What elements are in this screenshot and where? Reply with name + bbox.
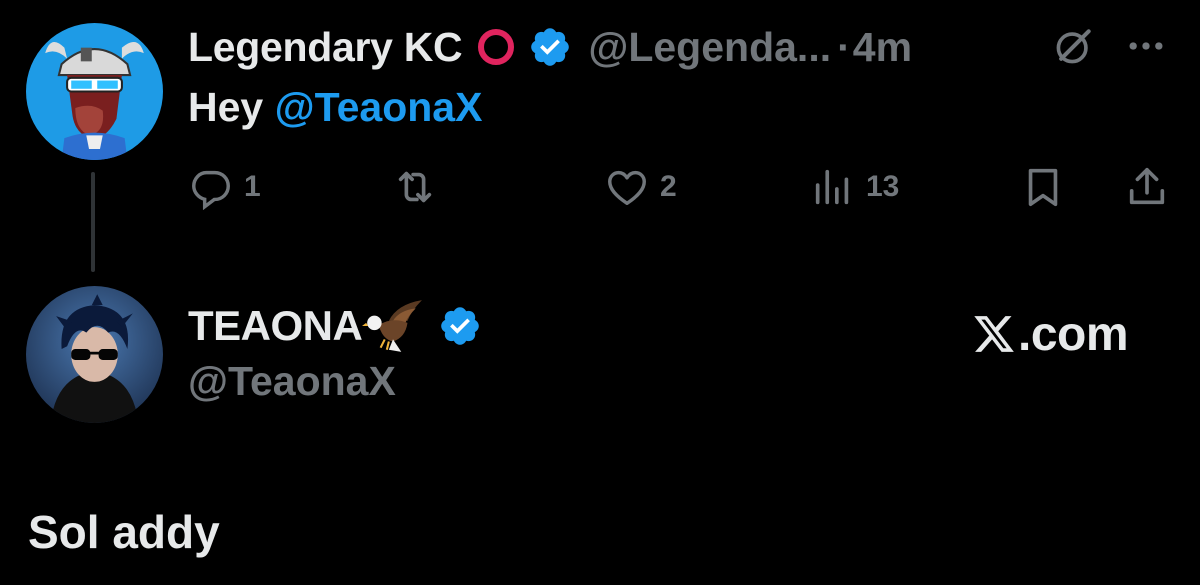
reply-count: 1 <box>244 170 261 203</box>
red-circle-icon <box>478 29 515 65</box>
tweet1-handle[interactable]: @Legenda... <box>588 24 831 71</box>
retweet-icon <box>398 171 432 203</box>
avatar-legendary-kc[interactable] <box>26 23 163 160</box>
tweet1-display-name[interactable]: Legendary KC <box>188 24 463 71</box>
views-chart-icon <box>815 169 849 205</box>
bookmark-icon <box>1028 168 1058 207</box>
tweet1-mention-link[interactable]: @TeaonaX <box>275 84 483 130</box>
tweet2-handle[interactable]: @TeaonaX <box>188 358 396 405</box>
more-options-icon[interactable] <box>1124 24 1168 68</box>
tweet1-timestamp[interactable]: 4m <box>853 24 912 71</box>
tweet1-text: Hey @TeaonaX <box>188 84 482 131</box>
tweet1-text-prefix: Hey <box>188 84 275 130</box>
tweet1-header: Legendary KC @Legenda... · 4m <box>188 20 912 74</box>
heart-icon <box>608 170 646 206</box>
tweet1-separator: · <box>837 23 851 70</box>
thread-connector-line <box>91 172 95 272</box>
watermark-domain: .com <box>1018 307 1129 361</box>
verified-badge-icon[interactable] <box>438 304 482 348</box>
share-button[interactable] <box>1124 160 1170 214</box>
reply-icon <box>192 170 230 210</box>
views-button[interactable]: 13 <box>810 160 899 214</box>
share-icon <box>1129 167 1165 205</box>
verified-badge-icon[interactable] <box>528 25 572 69</box>
like-count: 2 <box>660 170 677 203</box>
goat-avatar-icon <box>26 23 163 160</box>
bookmark-button[interactable] <box>1020 160 1066 214</box>
tweet2-text: Sol addy <box>28 506 220 558</box>
anime-boy-avatar-icon <box>26 286 163 423</box>
grok-icon[interactable] <box>1052 24 1096 68</box>
views-count: 13 <box>866 170 900 203</box>
x-com-watermark: .com <box>972 306 1129 362</box>
like-button[interactable]: 2 <box>604 160 677 214</box>
x-logo-icon <box>974 316 1014 352</box>
avatar-teaona[interactable] <box>26 286 163 423</box>
eagle-icon <box>362 300 423 352</box>
retweet-button[interactable] <box>392 160 448 214</box>
tweet2-name-row: TEAONA <box>188 298 482 354</box>
tweet2-display-name[interactable]: TEAONA <box>188 302 363 350</box>
reply-button[interactable]: 1 <box>188 160 261 214</box>
